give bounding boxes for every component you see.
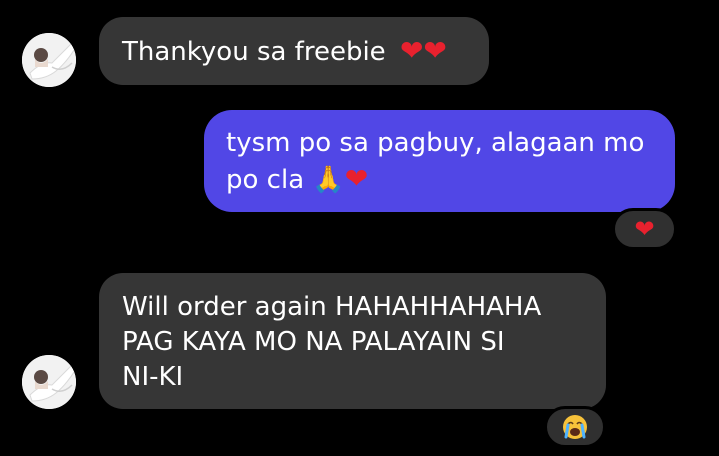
heart-reaction-icon: ❤ [634,215,655,243]
message-reaction[interactable]: ❤ [612,208,677,250]
message-bubble-incoming[interactable]: Thankyou sa freebie ❤❤ [99,17,489,85]
message-bubble-outgoing[interactable]: tysm po sa pagbuy, alagaan mo po cla 🙏❤ [204,110,675,212]
contact-avatar[interactable] [22,33,76,87]
message-text-line: tysm po sa pagbuy, alagaan mo [226,128,645,158]
heart-emoji-icon: ❤ [344,162,369,195]
message-text-line: NI-KI [122,362,184,392]
avatar-photo-icon [22,33,76,87]
heart-emoji-icon: ❤❤ [399,34,447,67]
chat-thread: Thankyou sa freebie ❤❤ tysm po sa pagbuy… [0,0,719,456]
message-text-line: Will order again HAHAHHAHAHA [122,292,542,322]
message-text-line: PAG KAYA MO NA PALAYAIN SI [122,327,505,357]
message-bubble-incoming[interactable]: Will order again HAHAHHAHAHA PAG KAYA MO… [99,273,606,409]
message-text-line: po cla 🙏❤ [226,161,675,198]
contact-avatar[interactable] [22,355,76,409]
avatar-photo-icon [22,355,76,409]
folded-hands-emoji-icon: 🙏 [312,165,345,195]
message-text: po cla [226,165,305,195]
message-text: Thankyou sa freebie [122,37,386,67]
message-reaction[interactable] [544,406,606,448]
crying-face-reaction-icon [563,415,587,439]
